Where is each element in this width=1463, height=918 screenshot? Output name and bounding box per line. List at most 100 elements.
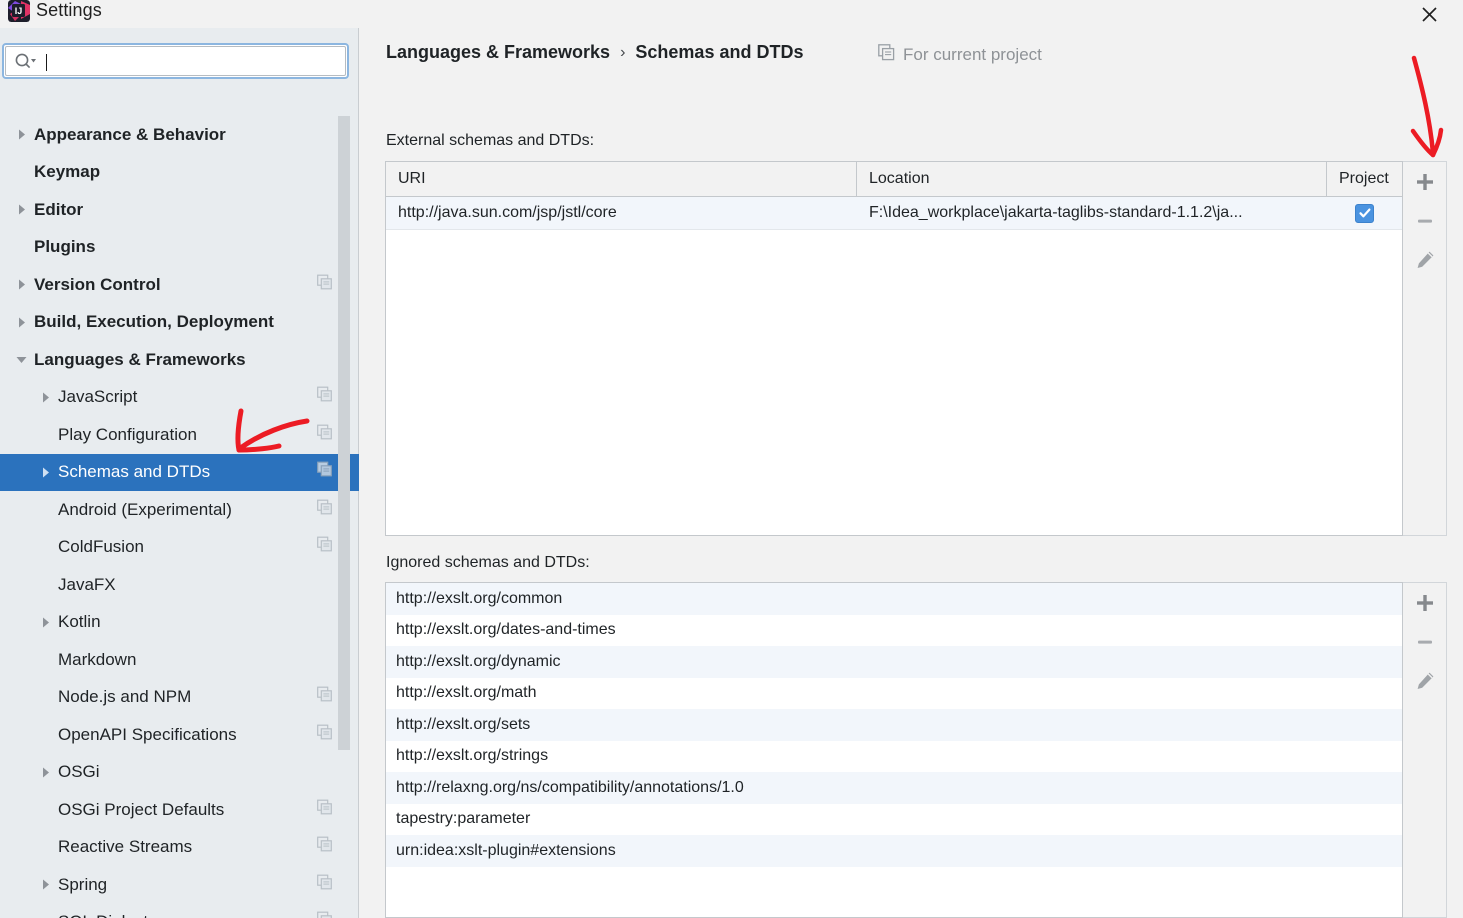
sidebar-item-label: Schemas and DTDs	[58, 462, 211, 482]
project-scope-icon	[317, 836, 333, 858]
breadcrumb: Languages & Frameworks › Schemas and DTD…	[386, 42, 803, 63]
breadcrumb-parent[interactable]: Languages & Frameworks	[386, 42, 610, 63]
breadcrumb-current: Schemas and DTDs	[635, 42, 804, 62]
list-item[interactable]: http://exslt.org/strings	[386, 740, 1402, 772]
sidebar-item-coldfusion[interactable]: ColdFusion	[0, 529, 359, 567]
project-scope-icon	[878, 44, 895, 66]
list-item[interactable]: urn:idea:xslt-plugin#extensions	[386, 835, 1402, 867]
list-item[interactable]: http://exslt.org/math	[386, 677, 1402, 709]
chevron-right-icon[interactable]	[8, 278, 34, 291]
sidebar-item-label: Languages & Frameworks	[34, 349, 246, 369]
chevron-right-icon[interactable]	[8, 316, 34, 329]
list-item[interactable]: http://exslt.org/common	[386, 583, 1402, 615]
chevron-right-icon[interactable]	[32, 466, 58, 479]
chevron-right-icon[interactable]	[8, 203, 34, 216]
sidebar-item-kotlin[interactable]: Kotlin	[0, 604, 359, 642]
project-scope-icon	[317, 386, 333, 408]
chevron-down-icon[interactable]	[8, 353, 34, 366]
sidebar-item-node-js-and-npm[interactable]: Node.js and NPM	[0, 679, 359, 717]
cell-location: F:\Idea_workplace\jakarta-taglibs-standa…	[869, 204, 1243, 221]
settings-tree[interactable]: Appearance & Behavior Keymap Editor Plugins…	[0, 116, 359, 918]
search-icon	[14, 52, 36, 70]
sidebar-item-label: SQL Dialects	[58, 912, 157, 918]
sidebar-item-keymap[interactable]: Keymap	[0, 154, 359, 192]
sidebar-item-osgi-project-defaults[interactable]: OSGi Project Defaults	[0, 791, 359, 829]
ignored-schemas-list[interactable]: http://exslt.org/common http://exslt.org/…	[385, 582, 1403, 918]
sidebar-item-label: OSGi	[58, 762, 100, 782]
sidebar-item-label: Kotlin	[58, 612, 101, 632]
sidebar-item-play-configuration[interactable]: Play Configuration	[0, 416, 359, 454]
sidebar-item-label: Play Configuration	[58, 424, 197, 444]
sidebar-item-markdown[interactable]: Markdown	[0, 641, 359, 679]
breadcrumb-separator: ›	[620, 43, 626, 61]
project-scope-icon	[317, 686, 333, 708]
sidebar-item-build-execution-deployment[interactable]: Build, Execution, Deployment	[0, 304, 359, 342]
list-item[interactable]: http://exslt.org/dynamic	[386, 646, 1402, 678]
chevron-right-icon[interactable]	[32, 616, 58, 629]
sidebar-item-android-experimental[interactable]: Android (Experimental)	[0, 491, 359, 529]
column-header-project[interactable]: Project	[1327, 162, 1402, 196]
add-button[interactable]	[1403, 162, 1447, 201]
list-item[interactable]: http://exslt.org/dates-and-times	[386, 614, 1402, 646]
sidebar-item-schemas-and-dtds[interactable]: Schemas and DTDs	[0, 453, 359, 491]
sidebar-item-reactive-streams[interactable]: Reactive Streams	[0, 829, 359, 867]
edit-button[interactable]	[1403, 661, 1447, 700]
sidebar-item-javafx[interactable]: JavaFX	[0, 566, 359, 604]
ignored-schemas-toolbar	[1403, 582, 1447, 918]
sidebar-item-appearance-behavior[interactable]: Appearance & Behavior	[0, 116, 359, 154]
sidebar-item-label: Node.js and NPM	[58, 687, 192, 707]
external-schemas-label: External schemas and DTDs:	[386, 132, 595, 149]
remove-button[interactable]	[1403, 622, 1447, 661]
title-bar: IJ Settings	[0, 0, 1463, 28]
project-scope-label: For current project	[903, 45, 1042, 64]
sidebar-item-languages-frameworks[interactable]: Languages & Frameworks	[0, 341, 359, 379]
sidebar-item-label: ColdFusion	[58, 537, 144, 557]
project-scope-icon	[317, 911, 333, 918]
chevron-right-icon[interactable]	[32, 391, 58, 404]
sidebar-item-plugins[interactable]: Plugins	[0, 229, 359, 267]
settings-dialog: IJ Settings Appearance & Behavior Keymap…	[0, 0, 1463, 918]
add-button[interactable]	[1403, 583, 1447, 622]
cell-project	[1327, 197, 1402, 229]
sidebar-item-label: OpenAPI Specifications	[58, 724, 237, 744]
sidebar-item-osgi[interactable]: OSGi	[0, 754, 359, 792]
project-checkbox[interactable]	[1355, 203, 1374, 223]
sidebar-item-label: Markdown	[58, 649, 137, 669]
list-item[interactable]: http://relaxng.org/ns/compatibility/anno…	[386, 772, 1402, 804]
table-row[interactable]: http://java.sun.com/jsp/jstl/core F:\Idea…	[386, 197, 1402, 230]
external-schemas-table[interactable]: URI Location Project http://java.sun.com…	[385, 161, 1403, 536]
sidebar-item-version-control[interactable]: Version Control	[0, 266, 359, 304]
search-input[interactable]	[48, 51, 328, 71]
edit-button[interactable]	[1403, 240, 1447, 279]
text-caret	[46, 54, 47, 71]
chevron-right-icon[interactable]	[32, 878, 58, 891]
sidebar-item-label: Appearance & Behavior	[34, 124, 226, 144]
close-icon[interactable]	[1411, 0, 1447, 30]
ignored-schemas-label: Ignored schemas and DTDs:	[386, 554, 590, 571]
search-box[interactable]	[2, 43, 349, 79]
column-header-location[interactable]: Location	[857, 162, 1327, 196]
sidebar-item-javascript[interactable]: JavaScript	[0, 379, 359, 417]
sidebar-item-openapi-specifications[interactable]: OpenAPI Specifications	[0, 716, 359, 754]
sidebar-item-sql-dialects[interactable]: SQL Dialects	[0, 904, 359, 918]
project-scope-note: For current project	[878, 44, 1042, 66]
chevron-right-icon[interactable]	[32, 766, 58, 779]
project-scope-icon	[317, 424, 333, 445]
column-header-uri[interactable]: URI	[386, 162, 857, 196]
search-box-inner[interactable]	[5, 46, 346, 76]
sidebar-item-editor[interactable]: Editor	[0, 191, 359, 229]
list-item[interactable]: tapestry:parameter	[386, 803, 1402, 835]
project-scope-icon	[317, 274, 333, 295]
cell-uri: http://java.sun.com/jsp/jstl/core	[398, 204, 617, 221]
project-scope-icon	[317, 874, 333, 895]
remove-button[interactable]	[1403, 201, 1447, 240]
table-header-row: URI Location Project	[386, 162, 1402, 197]
sidebar-item-label: OSGi Project Defaults	[58, 799, 225, 819]
sidebar-item-spring[interactable]: Spring	[0, 866, 359, 904]
list-item[interactable]: http://exslt.org/sets	[386, 709, 1402, 741]
external-schemas-toolbar	[1403, 161, 1447, 536]
sidebar-scrollbar-thumb[interactable]	[338, 116, 350, 750]
chevron-right-icon[interactable]	[8, 128, 34, 141]
settings-sidebar: Appearance & Behavior Keymap Editor Plugins…	[0, 28, 359, 918]
intellij-idea-icon: IJ	[8, 0, 30, 22]
